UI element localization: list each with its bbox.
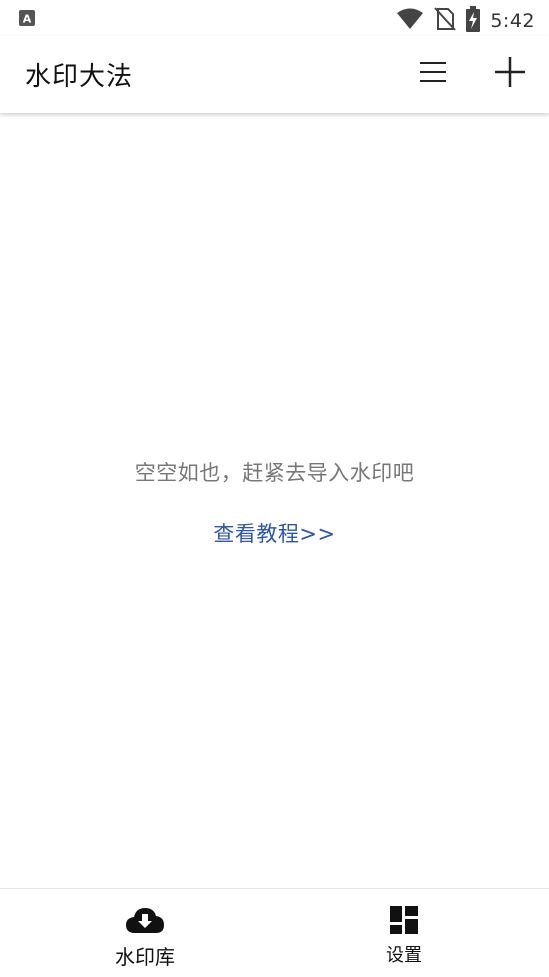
menu-icon (419, 60, 447, 88)
tab-watermark-library[interactable]: 水印库 (8, 889, 282, 977)
add-icon (494, 56, 526, 92)
main-content: 空空如也，赶紧去导入水印吧 查看教程>> (0, 113, 549, 888)
empty-state-message: 空空如也，赶紧去导入水印吧 (134, 461, 415, 485)
tab-label: 水印库 (115, 945, 175, 969)
bottom-nav: 水印库 设置 (0, 888, 549, 977)
svg-text:A: A (23, 13, 32, 26)
view-tutorial-link[interactable]: 查看教程>> (0, 518, 549, 548)
menu-button[interactable] (413, 54, 453, 94)
wifi-icon (396, 8, 424, 34)
keyboard-a-icon: A (18, 9, 36, 31)
add-button[interactable] (490, 54, 530, 94)
no-sim-icon (434, 7, 457, 35)
app-bar: 水印大法 (0, 36, 549, 113)
page-title: 水印大法 (25, 62, 134, 92)
status-bar: A 5:42 (0, 0, 549, 36)
cloud-download-icon (125, 903, 165, 937)
status-icons: 5:42 (396, 6, 535, 36)
battery-charging-icon (466, 6, 481, 36)
tab-settings[interactable]: 设置 (267, 889, 541, 977)
tab-label: 设置 (386, 945, 422, 966)
dashboard-grid-icon (389, 903, 419, 937)
status-time: 5:42 (490, 10, 535, 32)
